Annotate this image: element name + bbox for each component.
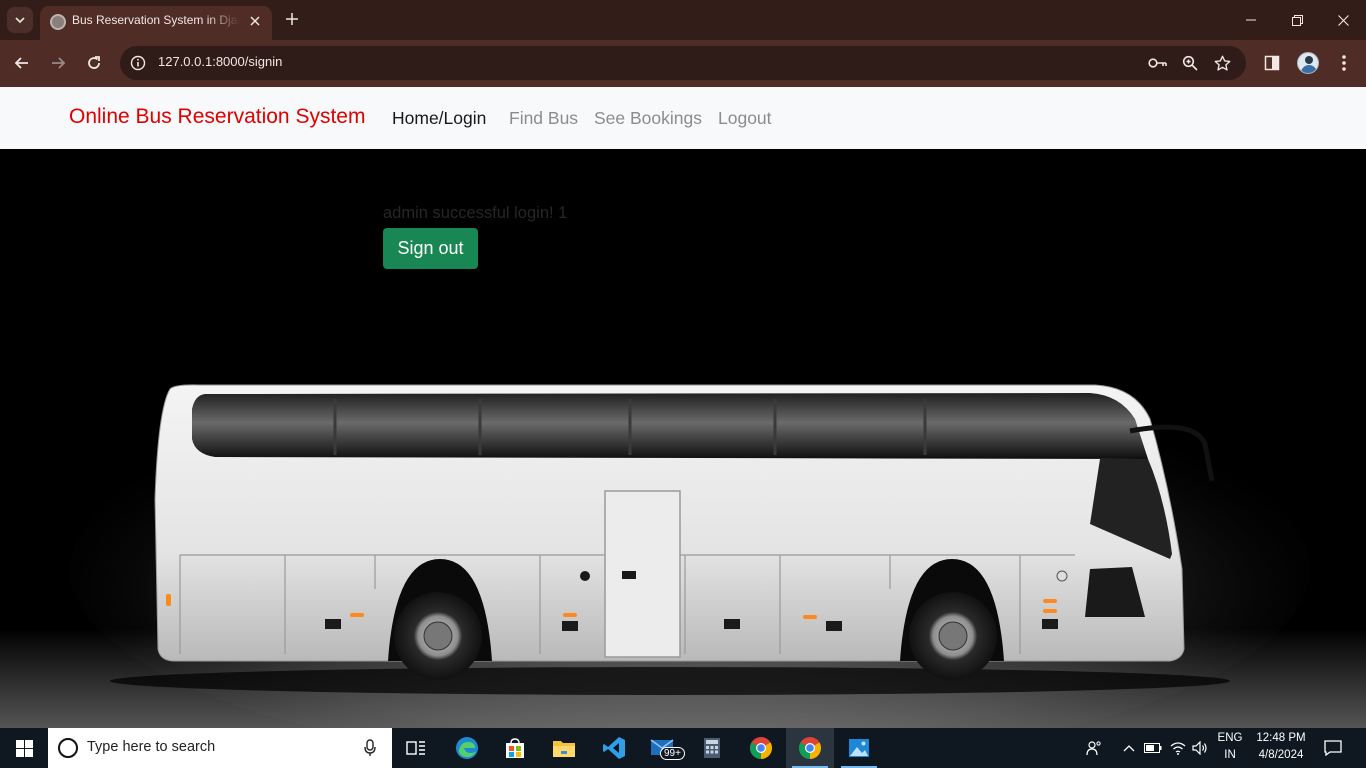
favicon-icon bbox=[50, 14, 66, 30]
tab-title: Bus Reservation System in Django bbox=[72, 13, 240, 27]
page-viewport: Online Bus Reservation System Home/Login… bbox=[0, 87, 1366, 728]
plus-icon[interactable] bbox=[282, 9, 302, 29]
vscode-icon[interactable] bbox=[590, 728, 638, 768]
address-bar[interactable]: 127.0.0.1:8000/signin bbox=[120, 46, 1246, 80]
battery-icon[interactable] bbox=[1143, 738, 1163, 758]
store-icon[interactable] bbox=[491, 728, 539, 768]
url-text[interactable]: 127.0.0.1:8000/signin bbox=[158, 54, 282, 69]
mic-icon[interactable] bbox=[362, 738, 378, 758]
menu-icon[interactable] bbox=[1333, 52, 1355, 74]
people-icon[interactable] bbox=[1084, 738, 1104, 758]
forward-icon[interactable] bbox=[46, 51, 70, 75]
calculator-icon[interactable] bbox=[688, 728, 736, 768]
browser-toolbar: 127.0.0.1:8000/signin bbox=[0, 40, 1366, 87]
profile-avatar[interactable] bbox=[1297, 52, 1319, 74]
chrome-icon[interactable] bbox=[737, 728, 785, 768]
clock-time[interactable]: 12:48 PM bbox=[1250, 732, 1312, 744]
info-icon[interactable] bbox=[128, 53, 148, 73]
edge-icon[interactable] bbox=[443, 728, 491, 768]
tab-search-icon[interactable] bbox=[7, 7, 33, 33]
back-icon[interactable] bbox=[10, 51, 34, 75]
sign-out-button[interactable]: Sign out bbox=[383, 228, 478, 269]
bus-background-image bbox=[0, 369, 1366, 728]
cortana-icon bbox=[58, 738, 78, 758]
nav-logout[interactable]: Logout bbox=[718, 108, 772, 129]
chevron-up-icon[interactable] bbox=[1119, 738, 1139, 758]
avatar-body bbox=[1301, 65, 1317, 73]
windows-taskbar: Type here to search 99+ ENG IN 12:48 PM … bbox=[0, 728, 1366, 768]
minimize-icon[interactable] bbox=[1228, 0, 1274, 40]
search-placeholder: Type here to search bbox=[87, 739, 216, 755]
chrome-active-icon[interactable] bbox=[786, 728, 834, 768]
browser-tab[interactable]: Bus Reservation System in Django bbox=[40, 6, 272, 40]
nav-home-login[interactable]: Home/Login bbox=[392, 108, 486, 129]
nav-see-bookings[interactable]: See Bookings bbox=[594, 108, 702, 129]
language-label[interactable]: ENG bbox=[1216, 732, 1244, 744]
star-icon[interactable] bbox=[1212, 53, 1232, 73]
clock-date[interactable]: 4/8/2024 bbox=[1250, 749, 1312, 761]
volume-icon[interactable] bbox=[1190, 738, 1210, 758]
close-icon[interactable] bbox=[246, 12, 264, 30]
restore-icon[interactable] bbox=[1274, 0, 1320, 40]
wifi-icon[interactable] bbox=[1168, 738, 1188, 758]
key-icon[interactable] bbox=[1148, 53, 1168, 73]
browser-tabstrip: Bus Reservation System in Django bbox=[0, 0, 1366, 40]
site-navbar: Online Bus Reservation System Home/Login… bbox=[0, 87, 1366, 149]
region-label[interactable]: IN bbox=[1216, 749, 1244, 761]
nav-find-bus[interactable]: Find Bus bbox=[509, 108, 578, 129]
notifications-icon[interactable] bbox=[1323, 738, 1343, 758]
window-close-icon[interactable] bbox=[1320, 0, 1366, 40]
mail-icon[interactable]: 99+ bbox=[639, 728, 687, 768]
explorer-icon[interactable] bbox=[540, 728, 588, 768]
taskbar-search-box[interactable]: Type here to search bbox=[48, 728, 392, 768]
photos-icon[interactable] bbox=[835, 728, 883, 768]
mail-badge: 99+ bbox=[660, 747, 685, 760]
side-panel-icon[interactable] bbox=[1261, 52, 1283, 74]
login-message: admin successful login! 1 bbox=[383, 204, 568, 222]
zoom-icon[interactable] bbox=[1180, 53, 1200, 73]
brand-link[interactable]: Online Bus Reservation System bbox=[69, 105, 365, 129]
windows-icon[interactable] bbox=[0, 728, 48, 768]
task-view-icon[interactable] bbox=[392, 728, 440, 768]
avatar-head bbox=[1305, 56, 1313, 64]
reload-icon[interactable] bbox=[82, 51, 106, 75]
